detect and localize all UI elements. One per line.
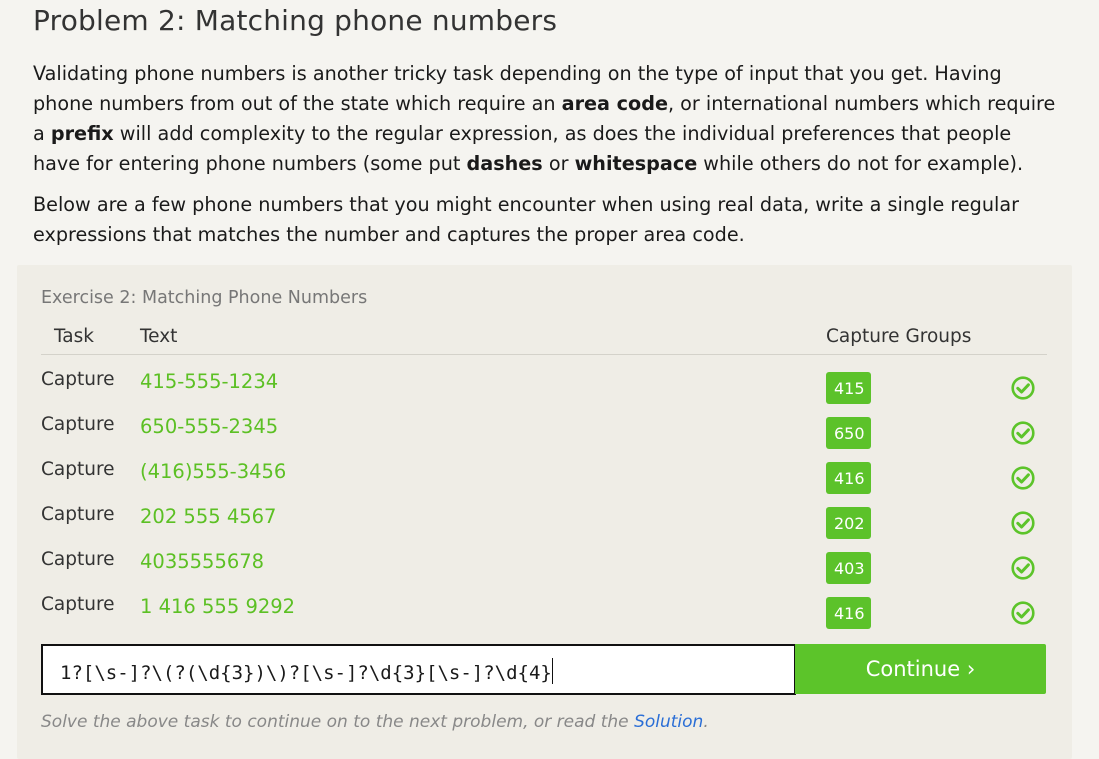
table-row: Capture 1 416 555 9292 416 — [17, 594, 1072, 639]
check-circle-icon — [1011, 556, 1035, 580]
capture-group-badge: 202 — [826, 507, 871, 539]
capture-group-badge: 650 — [826, 417, 871, 449]
regex-input-value: 1?[\s-]?\(?(\d{3})\)?[\s-]?\d{3}[\s-]?\d… — [60, 662, 552, 684]
task-cell: Capture — [41, 549, 115, 570]
task-cell: Capture — [41, 369, 115, 390]
table-row: Capture 415-555-1234 415 — [17, 369, 1072, 414]
capture-group-badge: 416 — [826, 462, 871, 494]
table-row: Capture 4035555678 403 — [17, 549, 1072, 594]
column-header-text: Text — [140, 326, 178, 347]
text-caret — [551, 658, 553, 684]
exercise-panel: Exercise 2: Matching Phone Numbers Task … — [17, 265, 1072, 759]
regex-input[interactable]: 1?[\s-]?\(?(\d{3})\)?[\s-]?\d{3}[\s-]?\d… — [41, 644, 796, 695]
text-cell: 1 416 555 9292 — [140, 595, 296, 618]
column-header-task: Task — [54, 326, 94, 347]
exercise-title: Exercise 2: Matching Phone Numbers — [41, 288, 368, 308]
check-circle-icon — [1011, 511, 1035, 535]
intro-paragraph-1: Validating phone numbers is another tric… — [33, 62, 1056, 175]
task-cell: Capture — [41, 504, 115, 525]
text-cell: 650-555-2345 — [140, 415, 279, 438]
capture-group-badge: 403 — [826, 552, 871, 584]
check-circle-icon — [1011, 466, 1035, 490]
solution-link[interactable]: Solution — [634, 712, 703, 732]
task-cell: Capture — [41, 459, 115, 480]
capture-group-badge: 416 — [826, 597, 871, 629]
check-circle-icon — [1011, 601, 1035, 625]
table-row: Capture 650-555-2345 650 — [17, 414, 1072, 459]
task-cell: Capture — [41, 594, 115, 615]
table-row: Capture (416)555-3456 416 — [17, 459, 1072, 504]
text-cell: 415-555-1234 — [140, 370, 279, 393]
check-circle-icon — [1011, 421, 1035, 445]
task-cell: Capture — [41, 414, 115, 435]
text-cell: (416)555-3456 — [140, 460, 287, 483]
capture-group-badge: 415 — [826, 372, 871, 404]
hint-text: Solve the above task to continue on to t… — [41, 712, 709, 732]
text-cell: 4035555678 — [140, 550, 265, 573]
header-divider — [41, 354, 1047, 355]
column-header-capture-groups: Capture Groups — [826, 326, 972, 347]
continue-button[interactable]: Continue › — [795, 644, 1046, 694]
table-row: Capture 202 555 4567 202 — [17, 504, 1072, 549]
text-cell: 202 555 4567 — [140, 505, 277, 528]
intro-paragraph-2: Below are a few phone numbers that you m… — [33, 193, 1020, 246]
check-circle-icon — [1011, 376, 1035, 400]
page-title: Problem 2: Matching phone numbers — [33, 4, 558, 37]
